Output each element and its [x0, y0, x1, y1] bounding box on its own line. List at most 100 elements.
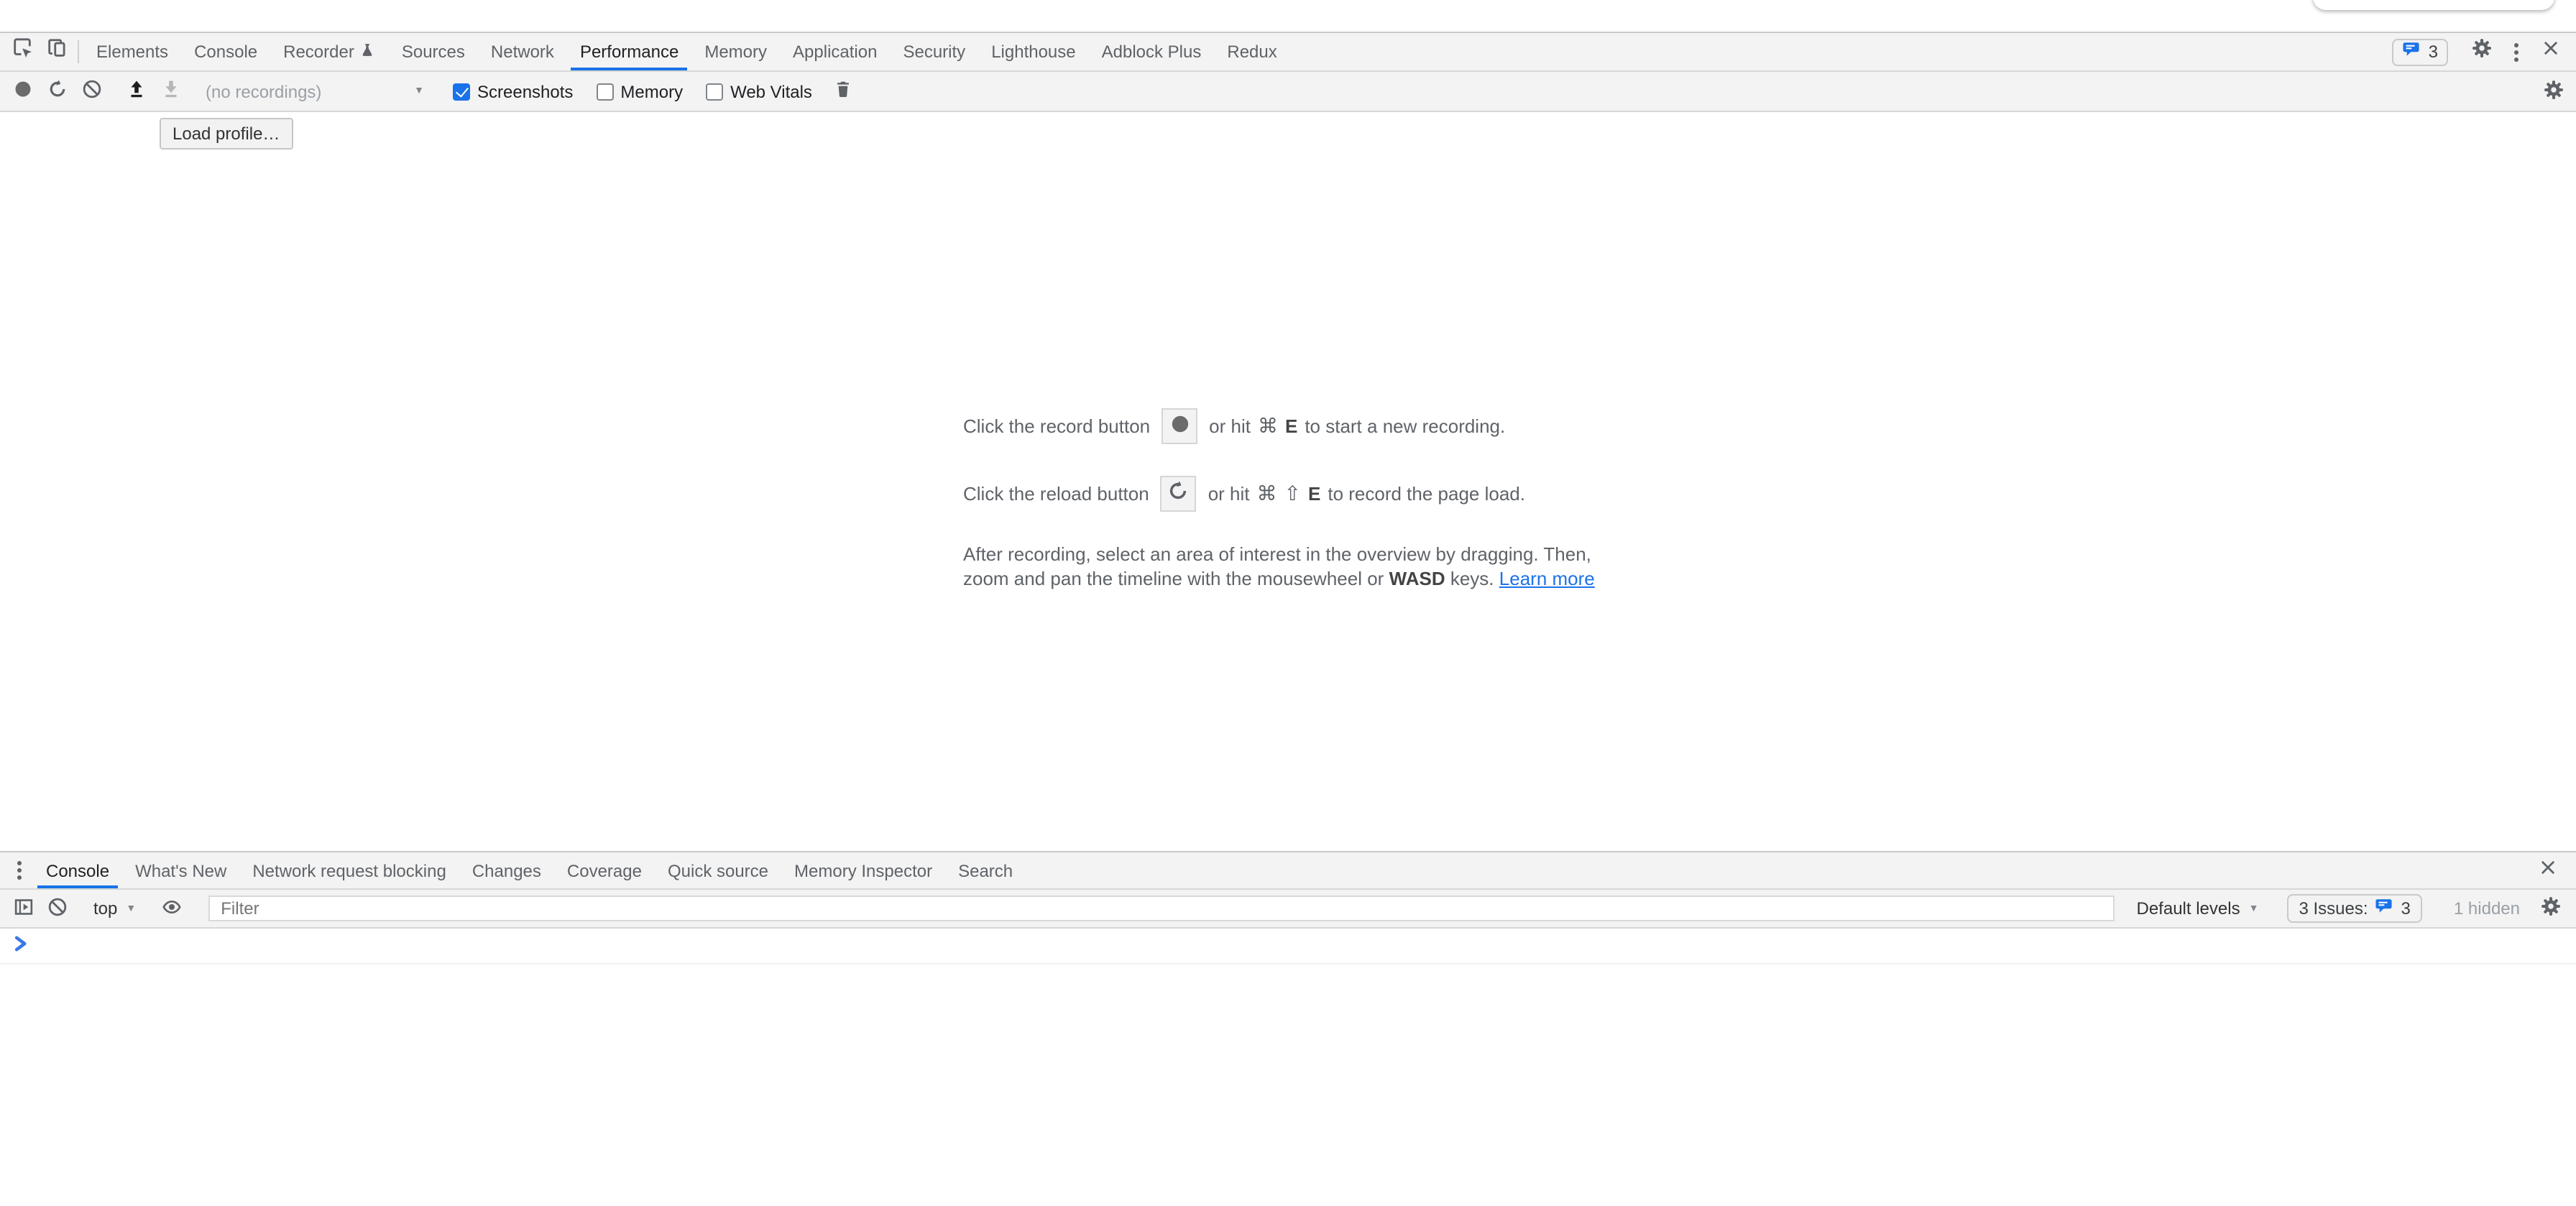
create-live-expression-button[interactable] [155, 890, 189, 927]
clear-recordings-button[interactable] [75, 72, 109, 111]
issues-bubble-icon [2375, 897, 2394, 920]
drawer-tab-search[interactable]: Search [945, 852, 1026, 888]
tab-recorder[interactable]: Recorder [270, 33, 389, 70]
devtools-window: Elements Console Recorder Sources Networ… [0, 0, 2576, 1206]
console-messages-area[interactable] [0, 929, 2576, 1206]
tab-lighthouse[interactable]: Lighthouse [978, 33, 1088, 70]
reload-instruction-row: Click the reload button or hit ⌘ ⇧ E to … [963, 474, 1613, 512]
context-select-value: top [93, 898, 117, 919]
drawer-right-controls [2530, 852, 2576, 888]
reload-and-record-button[interactable] [40, 72, 75, 111]
tab-performance[interactable]: Performance [567, 33, 691, 70]
drawer-tab-whats-new[interactable]: What's New [122, 852, 239, 888]
floating-window-corner [2313, 0, 2554, 10]
console-prompt-chevron-icon [14, 933, 27, 959]
recordings-select[interactable]: (no recordings) ▼ [198, 81, 431, 101]
drawer-tab-memory-inspector[interactable]: Memory Inspector [781, 852, 945, 888]
console-filter-input[interactable] [208, 896, 2115, 921]
chevron-down-icon: ▼ [414, 86, 424, 96]
tabbar-divider [78, 40, 79, 63]
web-vitals-checkbox[interactable] [706, 83, 723, 100]
upload-icon [126, 79, 147, 103]
page-top-strip [0, 0, 2576, 32]
drawer-tab-changes[interactable]: Changes [459, 852, 554, 888]
tab-adblock-plus[interactable]: Adblock Plus [1089, 33, 1215, 70]
tab-sources[interactable]: Sources [389, 33, 478, 70]
web-vitals-checkbox-item[interactable]: Web Vitals [706, 81, 812, 101]
memory-label: Memory [620, 81, 683, 101]
save-profile-button[interactable] [154, 72, 188, 111]
close-icon [2541, 39, 2559, 65]
drawer-tab-quick-source[interactable]: Quick source [655, 852, 781, 888]
drawer-tab-network-request-blocking[interactable]: Network request blocking [239, 852, 459, 888]
chevron-down-icon: ▼ [2249, 903, 2259, 913]
screenshots-checkbox-item[interactable]: Screenshots [453, 81, 573, 101]
javascript-context-select[interactable]: top ▼ [85, 898, 144, 919]
garbage-collect-button[interactable] [827, 72, 861, 111]
gear-icon [2542, 78, 2564, 104]
more-options-button[interactable] [2498, 33, 2533, 70]
console-toolbar: top ▼ Default levels ▼ 3 Issues: 3 1 hid… [0, 890, 2576, 929]
devtools-tabbar: Elements Console Recorder Sources Networ… [0, 32, 2576, 72]
memory-checkbox[interactable] [596, 83, 613, 100]
drawer-tab-coverage[interactable]: Coverage [554, 852, 655, 888]
log-levels-select[interactable]: Default levels ▼ [2127, 898, 2269, 919]
performance-panel: Load profile… Click the record button or… [0, 112, 2576, 851]
memory-checkbox-item[interactable]: Memory [596, 81, 683, 101]
trash-icon [834, 79, 853, 103]
learn-more-link[interactable]: Learn more [1499, 568, 1595, 589]
device-toolbar-button[interactable] [39, 33, 73, 70]
log-levels-value: Default levels [2137, 898, 2240, 919]
tab-redux[interactable]: Redux [1214, 33, 1289, 70]
reload-button-illustration [1161, 475, 1197, 511]
capture-settings-button[interactable] [2536, 72, 2570, 111]
performance-empty-state: Click the record button or hit ⌘ E to st… [963, 407, 1613, 591]
download-icon [161, 79, 181, 103]
issues-label: 3 Issues: [2299, 898, 2368, 919]
record-circle-icon [13, 79, 33, 103]
gear-icon [2539, 896, 2561, 921]
tabbar-right-controls: 3 [2393, 33, 2576, 70]
command-key-glyph: ⌘ [1257, 481, 1277, 505]
experimental-flask-icon [360, 41, 376, 63]
screenshots-checkbox[interactable] [453, 83, 470, 100]
clear-console-button[interactable] [40, 890, 75, 927]
issues-count: 3 [2429, 42, 2438, 62]
tab-application[interactable]: Application [780, 33, 890, 70]
reload-icon [47, 79, 68, 103]
record-button[interactable] [6, 72, 40, 111]
eye-icon [161, 896, 183, 921]
issues-bubble-icon [2403, 40, 2421, 63]
tab-elements[interactable]: Elements [83, 33, 181, 70]
device-toolbar-icon [45, 37, 67, 66]
tab-security[interactable]: Security [890, 33, 978, 70]
chevron-down-icon: ▼ [126, 903, 136, 913]
console-settings-button[interactable] [2533, 890, 2567, 927]
gear-icon [2470, 37, 2492, 66]
drawer-tabbar: Console What's New Network request block… [0, 851, 2576, 890]
record-instruction-row: Click the record button or hit ⌘ E to st… [963, 407, 1613, 444]
command-key-glyph: ⌘ [1258, 413, 1278, 438]
inspect-element-button[interactable] [4, 33, 39, 70]
tab-network[interactable]: Network [478, 33, 567, 70]
kebab-menu-icon [7, 859, 30, 882]
recordings-select-value: (no recordings) [206, 81, 321, 101]
console-issues-button[interactable]: 3 Issues: 3 [2287, 894, 2421, 923]
after-recording-paragraph: After recording, select an area of inter… [963, 542, 1613, 591]
sidebar-toggle-icon [12, 896, 34, 921]
kebab-menu-icon [2504, 40, 2527, 63]
close-drawer-button[interactable] [2530, 852, 2564, 888]
tab-memory[interactable]: Memory [691, 33, 780, 70]
issues-counter-button[interactable]: 3 [2393, 38, 2448, 65]
screenshots-label: Screenshots [477, 81, 573, 101]
close-devtools-button[interactable] [2533, 33, 2567, 70]
drawer-menu-button[interactable] [4, 852, 33, 888]
tab-console[interactable]: Console [181, 33, 270, 70]
console-prompt-row[interactable] [0, 929, 2576, 965]
settings-button[interactable] [2464, 33, 2498, 70]
load-profile-button[interactable] [119, 72, 154, 111]
drawer-tab-console[interactable]: Console [33, 852, 122, 888]
console-sidebar-toggle-button[interactable] [6, 890, 40, 927]
load-profile-tooltip: Load profile… [160, 118, 293, 149]
shift-key-glyph: ⇧ [1284, 481, 1301, 505]
